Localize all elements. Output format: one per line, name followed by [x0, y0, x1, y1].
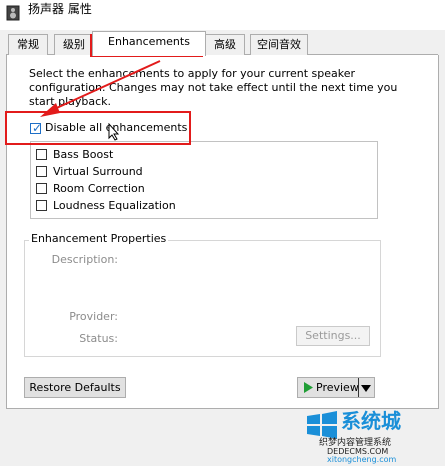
description-label: Description: — [51, 253, 118, 266]
list-item[interactable]: Room Correction — [31, 180, 377, 197]
list-item-label: Loudness Equalization — [53, 199, 176, 212]
list-item-label: Room Correction — [53, 182, 145, 195]
site-watermark: 系统城 织梦内容管理系统 DEDECMS.COM xitongcheng.com — [265, 408, 445, 466]
split-divider — [358, 378, 359, 397]
list-item[interactable]: Loudness Equalization — [31, 197, 377, 214]
annotation-arrow-icon — [40, 60, 161, 117]
room-correction-checkbox[interactable] — [36, 183, 47, 194]
provider-label: Provider: — [69, 310, 118, 323]
bass-boost-checkbox[interactable] — [36, 149, 47, 160]
preview-button[interactable]: Preview — [297, 377, 375, 398]
tab-enhancements[interactable]: Enhancements — [92, 31, 206, 56]
tab-levels[interactable]: 级别 — [54, 34, 94, 55]
group-title: Enhancement Properties — [29, 232, 169, 245]
list-item[interactable]: Bass Boost — [31, 146, 377, 163]
speaker-app-icon — [6, 5, 20, 21]
virtual-surround-checkbox[interactable] — [36, 166, 47, 177]
list-item[interactable]: Virtual Surround — [31, 163, 377, 180]
tab-general[interactable]: 常规 — [8, 34, 48, 55]
mouse-cursor-icon — [108, 123, 120, 141]
settings-button[interactable]: Settings... — [296, 326, 370, 346]
dropdown-arrow-icon[interactable] — [361, 383, 371, 396]
enhancements-list: Bass Boost Virtual Surround Room Correct… — [30, 141, 378, 219]
restore-defaults-button[interactable]: Restore Defaults — [24, 377, 126, 398]
watermark-line3: xitongcheng.com — [327, 455, 397, 464]
watermark-brand: 系统城 — [341, 409, 401, 433]
windows-logo-icon — [307, 411, 337, 439]
loudness-equalization-checkbox[interactable] — [36, 200, 47, 211]
tab-spatial-sound[interactable]: 空间音效 — [250, 34, 308, 55]
window-title: 扬声器 属性 — [28, 2, 92, 16]
play-icon — [303, 381, 314, 397]
list-item-label: Virtual Surround — [53, 165, 143, 178]
preview-label: Preview — [316, 381, 359, 394]
status-label: Status: — [79, 332, 118, 345]
list-item-label: Bass Boost — [53, 148, 114, 161]
tab-advanced[interactable]: 高级 — [205, 34, 245, 55]
